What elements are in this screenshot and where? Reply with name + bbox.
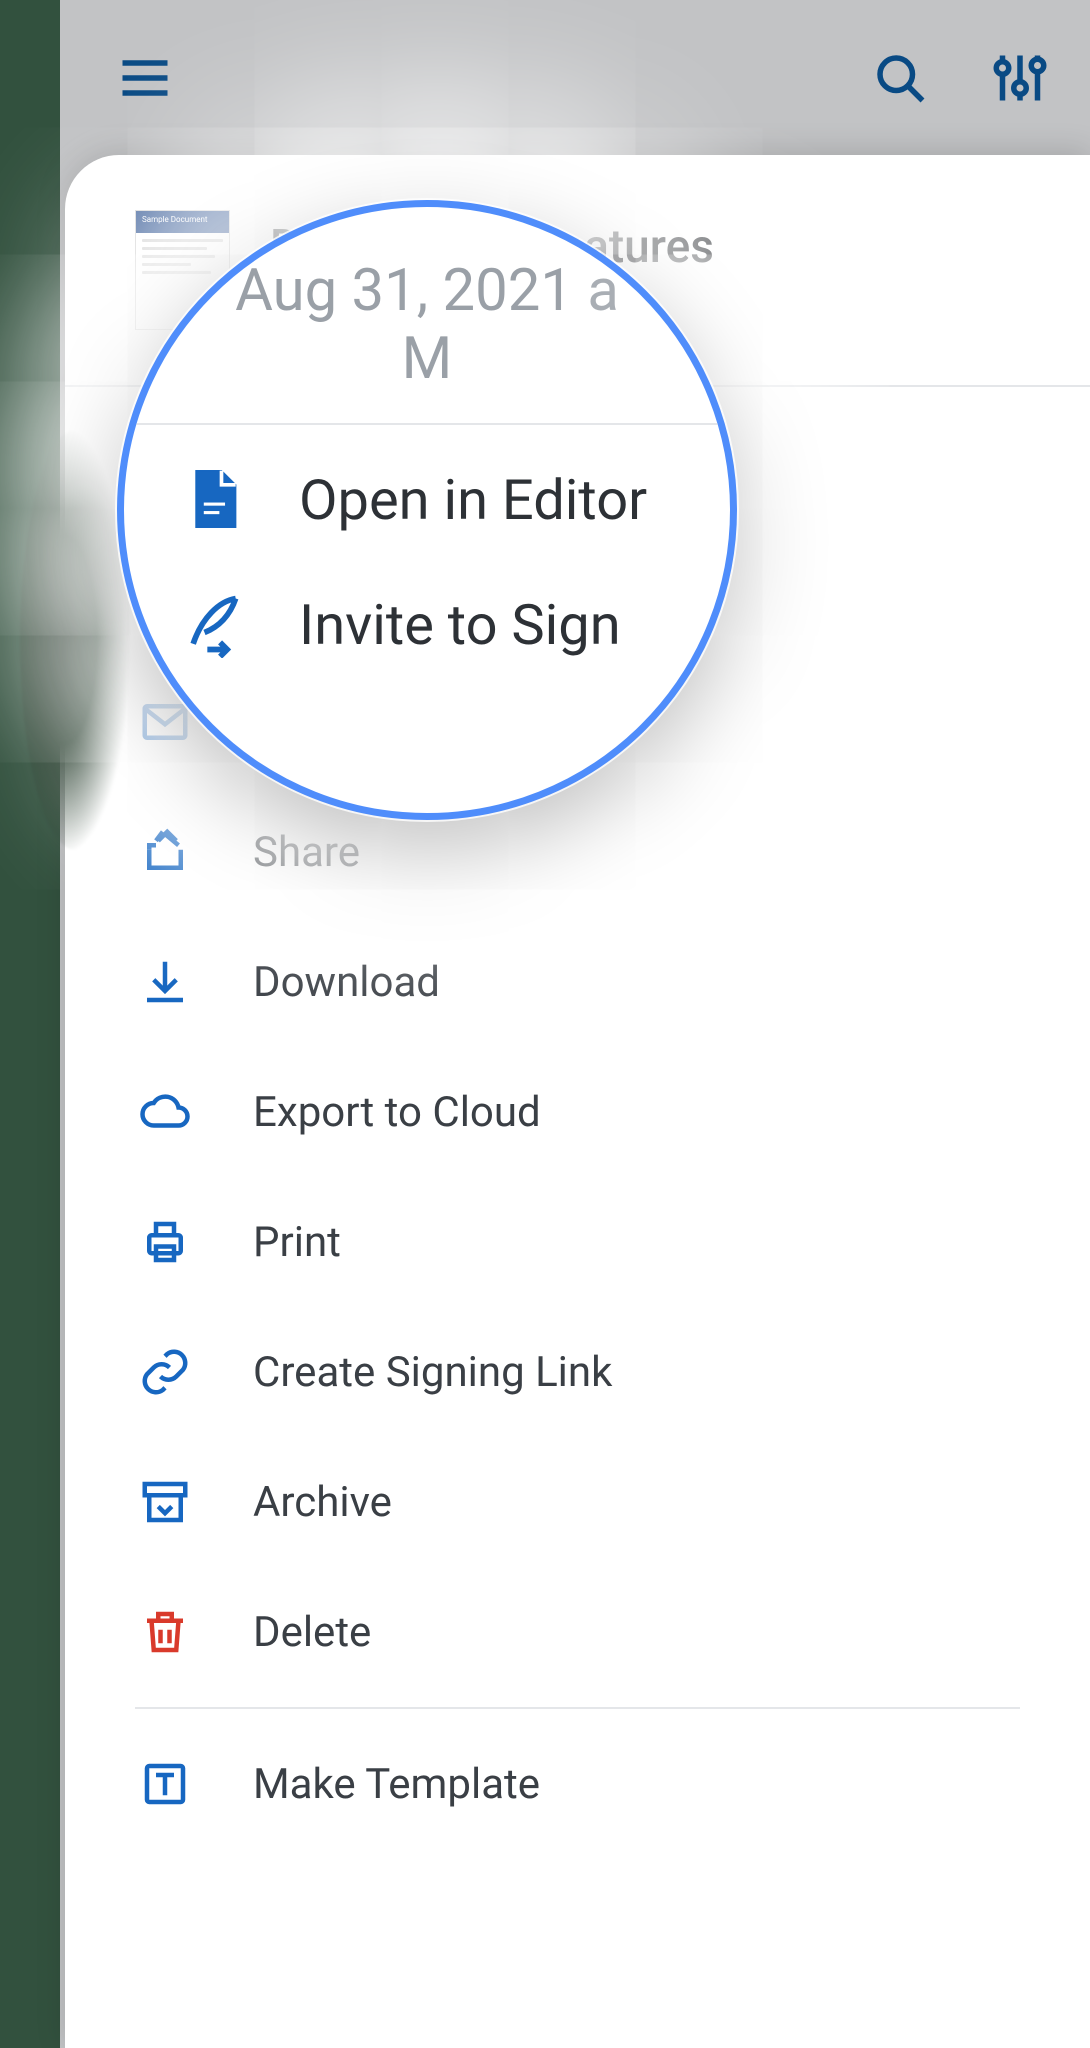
magnifier-label: Open in Editor	[299, 467, 647, 533]
menu-label: Create Signing Link	[253, 1348, 612, 1397]
menu-label: Download	[253, 958, 440, 1007]
magnifier-open-in-editor[interactable]: Open in Editor	[124, 425, 730, 565]
menu-item-print[interactable]: Print	[65, 1177, 1090, 1307]
menu-item-export-to-cloud[interactable]: Export to Cloud	[65, 1047, 1090, 1177]
template-icon	[135, 1754, 195, 1814]
menu-item-delete[interactable]: Delete	[65, 1567, 1090, 1697]
link-icon	[135, 1342, 195, 1402]
trash-icon	[135, 1602, 195, 1662]
menu-label: Delete	[253, 1608, 371, 1657]
share-icon	[135, 822, 195, 882]
feather-icon	[179, 590, 249, 660]
menu-item-make-template[interactable]: Make Template	[65, 1719, 1090, 1849]
menu-label: Make Template	[253, 1760, 540, 1809]
download-icon	[135, 952, 195, 1012]
menu-item-share[interactable]: Share	[65, 787, 1090, 917]
print-icon	[135, 1212, 195, 1272]
decorative-blob	[20, 430, 130, 850]
menu-item-create-signing-link[interactable]: Create Signing Link	[65, 1307, 1090, 1437]
menu-item-download[interactable]: Download	[65, 917, 1090, 1047]
magnifier-label: Invite to Sign	[299, 592, 621, 658]
menu-divider	[135, 1707, 1020, 1709]
menu-label: Archive	[253, 1478, 392, 1527]
cloud-icon	[135, 1082, 195, 1142]
menu-label: Share	[253, 828, 360, 877]
thumbnail-title: Sample Document	[136, 211, 229, 233]
menu-item-archive[interactable]: Archive	[65, 1437, 1090, 1567]
magnifier-invite-to-sign[interactable]: Invite to Sign	[124, 565, 730, 690]
magnifier-highlight: Aug 31, 2021 a M Open in Editor Invite t…	[117, 200, 737, 820]
menu-label: Export to Cloud	[253, 1088, 541, 1137]
document-icon	[179, 465, 249, 535]
archive-icon	[135, 1472, 195, 1532]
menu-label: Print	[253, 1218, 341, 1267]
